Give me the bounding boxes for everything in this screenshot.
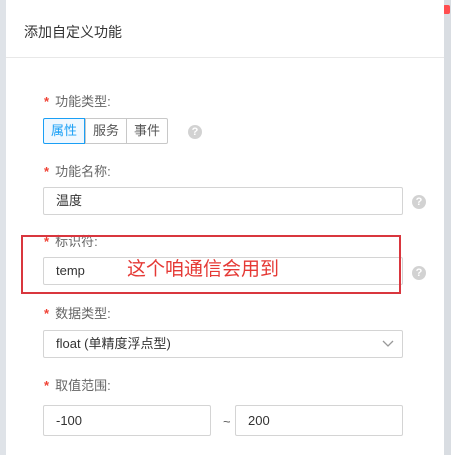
required-mark: * [44,164,50,179]
background-strip-right [444,0,451,455]
range-min-input[interactable]: -100 [43,405,211,436]
function-name-label-text: 功能名称: [55,164,111,179]
help-icon[interactable]: ? [412,195,426,209]
help-icon[interactable]: ? [412,266,426,280]
dialog-header: 添加自定义功能 [6,0,444,58]
function-name-label: * 功能名称: [44,164,111,180]
function-name-input[interactable]: 温度 [43,187,403,215]
chevron-down-icon [382,340,394,347]
required-mark: * [44,306,50,321]
function-type-label-text: 功能类型: [55,94,111,109]
dialog-title: 添加自定义功能 [24,24,122,40]
function-type-label: * 功能类型: [44,94,111,110]
required-mark: * [44,378,50,393]
function-type-segmented: 属性 服务 事件 [43,118,169,144]
required-mark: * [44,94,50,109]
data-type-label-text: 数据类型: [55,306,111,321]
value-range-label-text: 取值范围: [55,378,111,393]
annotation-text: 这个咱通信会用到 [127,258,280,280]
help-icon[interactable]: ? [188,125,202,139]
tab-event[interactable]: 事件 [127,118,169,144]
data-type-select[interactable]: float (单精度浮点型) [43,330,403,358]
value-range-label: * 取值范围: [44,378,111,394]
data-type-label: * 数据类型: [44,306,111,322]
add-custom-function-dialog: 添加自定义功能 * 功能类型: 属性 服务 事件 ? * 功能名称: 温度 ? * 标… [6,0,444,455]
range-separator: ~ [223,414,231,429]
notification-mark [443,5,450,14]
tab-service[interactable]: 服务 [85,118,128,144]
tab-property[interactable]: 属性 [43,118,86,144]
data-type-selected-value: float (单精度浮点型) [56,336,171,351]
range-max-input[interactable]: 200 [235,405,403,436]
